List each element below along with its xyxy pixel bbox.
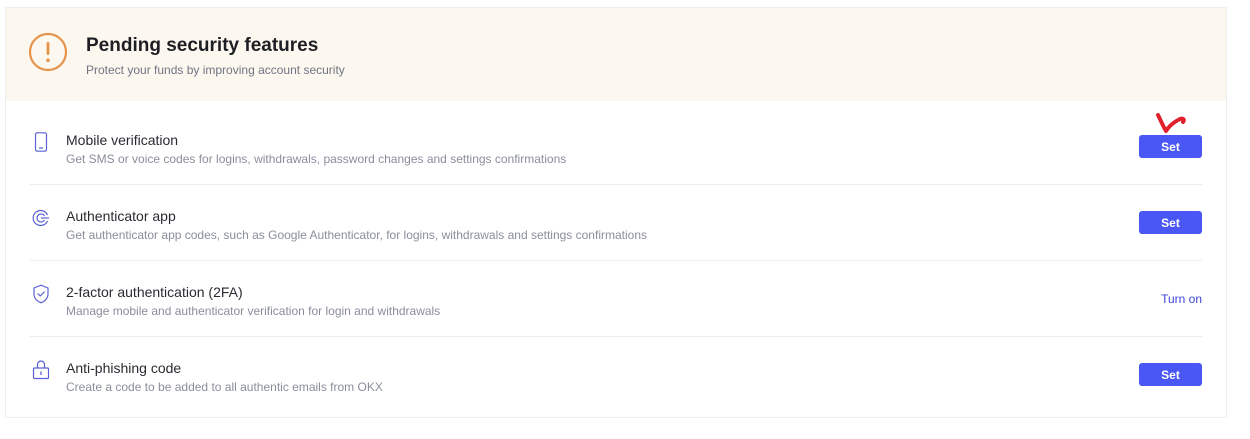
feature-description: Create a code to be added to all authent… [66, 380, 383, 394]
shield-check-icon [33, 284, 49, 304]
banner-title: Pending security features [86, 35, 319, 56]
feature-row-anti-phishing: Anti-phishing code Create a code to be a… [30, 336, 1202, 412]
feature-description: Get SMS or voice codes for logins, withd… [66, 152, 567, 166]
feature-row-mobile-verification: Mobile verification Get SMS or voice cod… [30, 108, 1202, 185]
feature-title: 2-factor authentication (2FA) [66, 284, 243, 300]
pending-security-banner: Pending security features Protect your f… [6, 8, 1226, 101]
annotation-checkmark [1156, 113, 1186, 133]
lock-icon [32, 360, 50, 380]
feature-row-2fa: 2-factor authentication (2FA) Manage mob… [30, 260, 1202, 337]
feature-title: Mobile verification [66, 132, 179, 148]
mobile-phone-icon [34, 132, 48, 152]
turn-on-2fa-link[interactable]: Turn on [1161, 292, 1202, 306]
banner-subtitle: Protect your funds by improving account … [86, 63, 345, 77]
set-authenticator-app-button[interactable]: Set [1139, 211, 1202, 234]
feature-row-authenticator-app: Authenticator app Get authenticator app … [30, 184, 1202, 261]
feature-title: Authenticator app [66, 208, 176, 224]
feature-description: Manage mobile and authenticator verifica… [66, 304, 441, 318]
feature-title: Anti-phishing code [66, 360, 182, 376]
security-features-card: Pending security features Protect your f… [5, 7, 1227, 418]
authenticator-icon [32, 209, 49, 227]
warning-icon [28, 32, 68, 72]
set-anti-phishing-code-button[interactable]: Set [1139, 363, 1202, 386]
feature-description: Get authenticator app codes, such as Goo… [66, 228, 647, 242]
